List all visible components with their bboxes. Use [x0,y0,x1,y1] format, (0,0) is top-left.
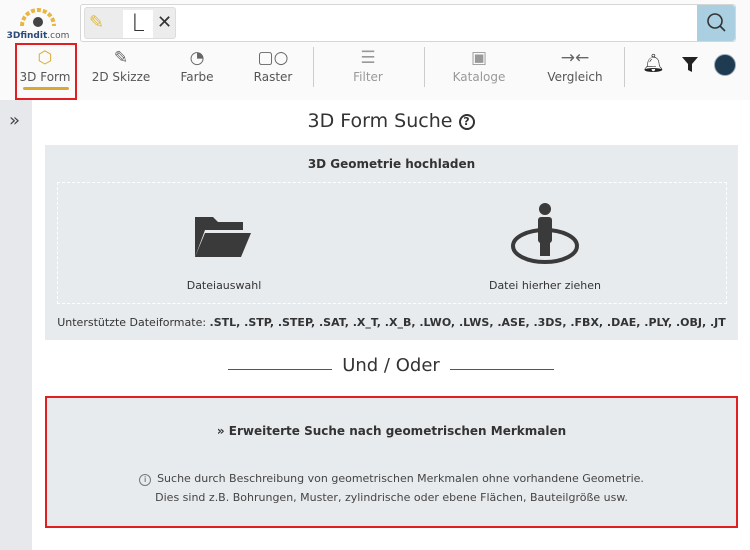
page-title: 3D Form Suche ? [0,110,750,132]
pencil-icon: ✎ [113,48,129,68]
bell-icon[interactable]: 🔔︎ [642,53,665,74]
search-icon [707,13,726,32]
shapes-icon: ▢○ [257,48,289,68]
drag-here-label: Datei hierher ziehen [488,279,602,292]
advanced-desc-1: Suche durch Beschreibung von geometrisch… [157,472,644,485]
formats-label: Unterstützte Dateiformate: [57,316,207,329]
tab-2d-skizze[interactable]: ✎ 2D Skizze [90,46,152,94]
avatar[interactable] [714,54,736,76]
formats-list: .STL, .STP, .STEP, .SAT, .X_T, .X_B, .LW… [209,316,726,329]
active-tab-highlight [15,43,77,100]
advanced-desc-2: Dies sind z.B. Bohrungen, Muster, zylind… [155,491,628,504]
tab-farbe[interactable]: ◔ Farbe [172,46,222,94]
divider [624,47,625,87]
palette-icon: ◔ [189,48,205,68]
search-button[interactable] [697,5,735,41]
sliders-icon: ☰ [360,48,376,68]
upload-title: 3D Geometrie hochladen [307,157,476,171]
chevron-right-icon: » [216,424,229,438]
advanced-title: Erweiterte Suche nach geometrischen Merk… [228,424,567,438]
tab-label: Kataloge [452,70,506,84]
sketch-chip[interactable]: ✎ L ✕ [84,7,176,39]
logo-suffix: .com [47,31,70,41]
and-or-label: Und / Oder [342,355,440,376]
file-select-link[interactable]: Dateiauswahl [164,279,284,292]
logo-gauge-icon [20,8,56,27]
sidebar: » [0,100,32,550]
advanced-search-panel[interactable]: » Erweiterte Suche nach geometrischen Me… [45,396,738,528]
pencil-icon: ✎ [89,12,105,33]
tab-vergleich[interactable]: →← Vergleich [544,46,606,94]
close-icon[interactable]: ✕ [157,12,172,33]
drop-zone[interactable] [57,182,727,304]
tab-label: Raster [253,70,293,84]
help-icon[interactable]: ? [458,114,475,130]
info-icon: i [139,474,152,486]
search-input[interactable] [80,4,736,42]
advanced-search-toggle[interactable]: » Erweiterte Suche nach geometrischen Me… [47,424,736,438]
drag-person-icon [511,203,579,264]
folder-icon[interactable] [193,213,253,259]
tab-label: Vergleich [547,70,603,84]
tab-filter[interactable]: ☰ Filter [343,46,393,94]
tab-kataloge[interactable]: ▣ Kataloge [448,46,510,94]
logo[interactable]: 3Dfindit.com [6,6,70,42]
divider [313,47,314,87]
compare-icon: →← [560,48,590,68]
sketch-preview: L [123,10,153,38]
divider [424,47,425,87]
active-tab-underline [23,87,69,90]
tab-raster[interactable]: ▢○ Raster [248,46,298,94]
logo-brand: 3Dfindit [6,31,48,41]
tab-label: Farbe [180,70,214,84]
tab-label: 2D Skizze [91,70,151,84]
filter-icon[interactable] [681,56,699,74]
catalog-icon: ▣ [470,48,488,68]
tab-label: Filter [353,70,383,84]
